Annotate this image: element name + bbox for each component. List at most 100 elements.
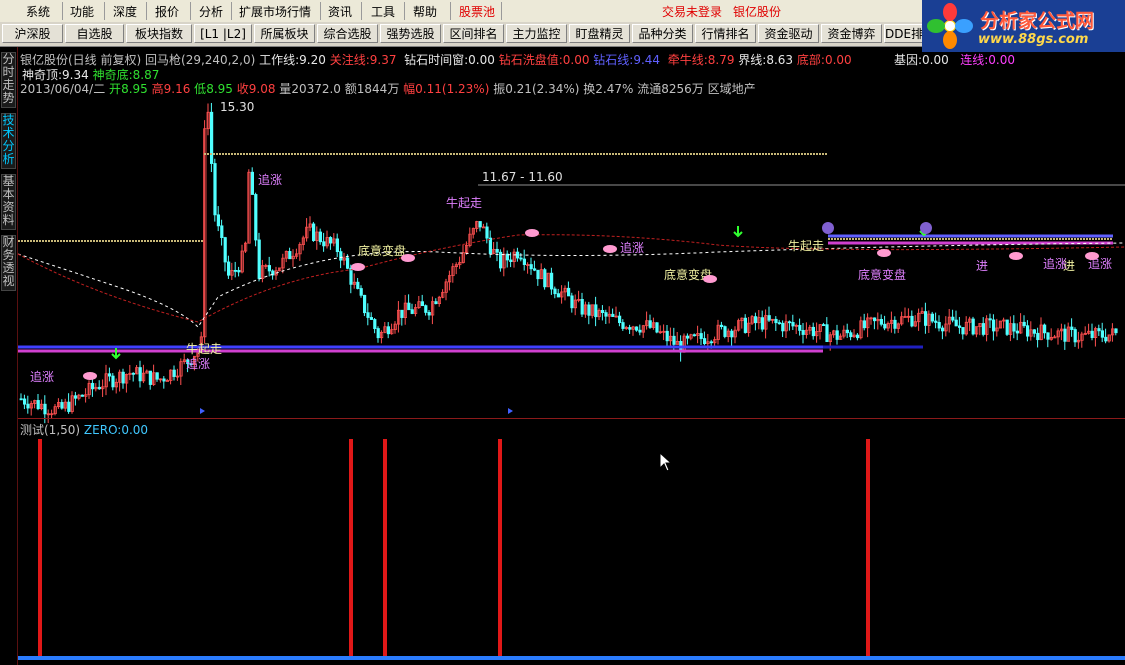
signal-bar — [498, 439, 502, 657]
logo-url: www.88gs.com — [978, 32, 1089, 47]
signal-marker-icon — [877, 249, 891, 257]
candle-body — [427, 312, 431, 316]
candle-body — [131, 372, 135, 375]
badge-icon — [822, 222, 834, 234]
candle-body — [515, 251, 520, 259]
tb-sector-index[interactable]: 板块指数 — [126, 24, 192, 43]
tb-category[interactable]: 品种分类 — [632, 24, 693, 43]
menu-news[interactable]: 资讯 — [328, 3, 352, 20]
menu-system[interactable]: 系统 — [26, 3, 50, 20]
candle-body — [781, 322, 785, 332]
candle-body — [80, 394, 85, 397]
candle-body — [362, 294, 367, 314]
signal-label: 底意变盘 — [858, 267, 906, 282]
candle-body — [1063, 328, 1067, 342]
tb-fund-drive[interactable]: 资金驱动 — [758, 24, 819, 43]
signal-label: 追涨 — [30, 369, 54, 384]
signal-label: 追涨 — [620, 240, 644, 255]
candle-body — [556, 293, 561, 298]
candle-body — [1032, 329, 1037, 334]
menu-divider — [404, 2, 405, 20]
side-tab-technical[interactable]: 技术分析 — [1, 113, 16, 169]
candle-body — [628, 327, 632, 330]
menu-analysis[interactable]: 分析 — [199, 3, 223, 20]
candle-body — [822, 324, 826, 326]
tb-shanghai-shenzhen[interactable]: 沪深股 — [2, 24, 63, 43]
candle-body — [930, 313, 935, 322]
tb-strong-screen[interactable]: 强势选股 — [380, 24, 441, 43]
side-tab-intraday[interactable]: 分时走势 — [1, 52, 16, 108]
lower-indicator-name[interactable]: 测试(1,50) — [20, 423, 80, 437]
candle-body — [845, 329, 850, 334]
candle-body — [594, 304, 598, 318]
candle-body — [849, 332, 853, 338]
candle-body — [971, 318, 975, 335]
candle-body — [1043, 324, 1047, 334]
candle-body — [155, 372, 159, 380]
candle-body — [226, 261, 231, 276]
tb-comprehensive-screen[interactable]: 综合选股 — [317, 24, 378, 43]
candle-body — [699, 333, 703, 339]
lower-indicator-bars — [18, 408, 1125, 660]
candle-body — [23, 398, 27, 405]
candle-body — [108, 373, 112, 377]
chart-canvas[interactable]: 追涨牛起走追涨牛起走底意变盘追涨追涨 牛起走追涨进 进追涨底意变盘底意变盘 15.3… — [18, 47, 1125, 665]
white-ma-line — [18, 242, 1125, 328]
candle-body — [213, 163, 217, 216]
tb-watchlist[interactable]: 自选股 — [65, 24, 124, 43]
candle-body — [407, 302, 411, 311]
candle-body — [1100, 330, 1104, 338]
menu-stock-pool[interactable]: 股票池 — [459, 3, 495, 20]
candle-body — [172, 369, 176, 377]
tb-range-ranking[interactable]: 区间排名 — [443, 24, 504, 43]
candle-body — [760, 317, 765, 330]
candle-body — [74, 395, 78, 399]
candle-body — [519, 257, 523, 260]
candle-body — [893, 319, 897, 329]
menu-tools[interactable]: 工具 — [371, 3, 395, 20]
candle-body — [954, 319, 958, 327]
candle-body — [992, 319, 996, 332]
login-status[interactable]: 交易未登录 — [662, 3, 722, 20]
signal-label: 进 — [976, 259, 988, 273]
tb-main-monitor[interactable]: 主力监控 — [506, 24, 567, 43]
candle-body — [791, 322, 795, 327]
logo-title: 分析家公式网 — [980, 10, 1095, 32]
candle-body — [26, 403, 30, 409]
tb-dde[interactable]: DDE排 — [884, 24, 924, 43]
candle-body — [648, 320, 652, 328]
candle-body — [488, 237, 493, 254]
tb-fund-game[interactable]: 资金博弈 — [821, 24, 882, 43]
candle-body — [91, 382, 95, 390]
tb-market-ranking[interactable]: 行情排名 — [695, 24, 756, 43]
candle-body — [498, 251, 503, 269]
candle-body — [366, 312, 370, 318]
candle-body — [254, 194, 258, 241]
candle-body — [148, 370, 152, 385]
candle-body — [767, 315, 771, 321]
candle-body — [774, 318, 778, 324]
tb-l1-l2[interactable]: [L1 |L2] — [194, 24, 252, 43]
tb-watch-spirit[interactable]: 盯盘精灵 — [569, 24, 630, 43]
sidebar: 分时走势 技术分析 基本资料 财务透视 — [0, 47, 18, 665]
candle-body — [618, 315, 622, 323]
range-price-label: 11.67 - 11.60 — [482, 170, 563, 184]
menu-depth[interactable]: 深度 — [113, 3, 137, 20]
menu-function[interactable]: 功能 — [70, 3, 94, 20]
menu-quote[interactable]: 报价 — [155, 3, 179, 20]
menu-divider — [190, 2, 191, 20]
candle-body — [941, 327, 945, 332]
candle-body — [951, 316, 955, 321]
signal-label: 牛起走 — [446, 195, 482, 210]
signal-bar — [349, 439, 353, 657]
side-tab-fundamentals[interactable]: 基本资料 — [1, 174, 16, 230]
menu-help[interactable]: 帮助 — [413, 3, 437, 20]
side-tab-financials[interactable]: 财务透视 — [1, 235, 16, 291]
candle-body — [328, 237, 333, 244]
candle-body — [621, 322, 625, 329]
menu-divider — [146, 2, 147, 20]
candle-body — [257, 239, 261, 279]
candle-body — [835, 330, 839, 340]
tb-belonging-sector[interactable]: 所属板块 — [254, 24, 315, 43]
menu-extended-market[interactable]: 扩展市场行情 — [239, 3, 311, 20]
